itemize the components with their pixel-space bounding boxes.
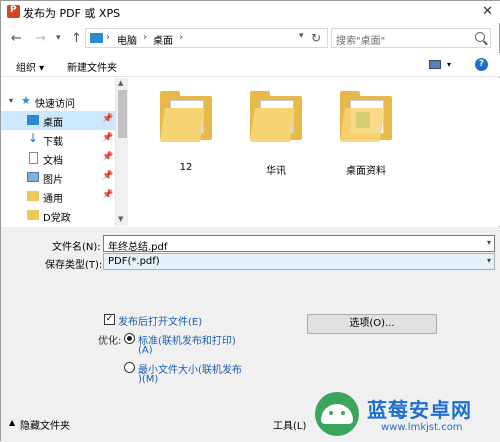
address-bar[interactable]: › 电脑 › 桌面 › ▾ <box>85 28 328 48</box>
android-logo-icon <box>315 392 359 436</box>
download-icon: ↓ <box>28 131 39 145</box>
sidebar-item-label: 通用 <box>43 194 63 205</box>
sidebar-item-common[interactable]: 通用 📌 <box>1 187 115 206</box>
filename-label: 文件名(N): <box>52 242 101 253</box>
scroll-up-icon[interactable]: ▲ <box>118 79 123 87</box>
scroll-down-icon[interactable]: ▼ <box>118 215 123 223</box>
window-title: 发布为 PDF 或 XPS <box>23 7 121 20</box>
pin-icon[interactable]: 📌 <box>102 152 113 162</box>
crumb-separator: › <box>143 32 147 43</box>
sidebar-item-label: 下载 <box>43 137 63 148</box>
sidebar-item-downloads[interactable]: ↓ 下载 📌 <box>1 130 115 149</box>
open-after-publish-checkbox[interactable]: ✓ <box>104 314 115 325</box>
back-button[interactable]: ← <box>11 31 22 46</box>
crumb-desktop[interactable]: 桌面 <box>153 32 173 47</box>
open-after-publish-label[interactable]: 发布后打开文件(E) <box>118 313 202 328</box>
navigation-pane: ▾ ★ 快速访问 桌面 📌 ↓ 下载 📌 文档 📌 图片 📌 通用 📌 D党政 <box>1 78 128 226</box>
file-list: 12 华讯 桌面资料 <box>128 78 500 226</box>
close-button[interactable]: ✕ <box>482 4 493 19</box>
sidebar-item-label: 图片 <box>43 175 63 186</box>
optimize-minimum-label-2[interactable]: )(M) <box>138 374 158 385</box>
forward-button[interactable]: → <box>35 31 46 46</box>
help-icon[interactable]: ? <box>475 58 488 71</box>
pin-icon[interactable]: 📌 <box>102 190 113 200</box>
new-folder-button[interactable]: 新建文件夹 <box>67 59 117 74</box>
optimize-standard-label-2[interactable]: (A) <box>138 345 153 356</box>
organize-menu[interactable]: 组织 ▾ <box>16 59 44 74</box>
crumb-separator: › <box>179 32 183 43</box>
folder-label: 12 <box>179 162 193 173</box>
desktop-icon <box>27 115 39 125</box>
toolbar: 组织 ▾ 新建文件夹 ▾ ? <box>1 53 500 77</box>
chevron-down-icon[interactable]: ▾ <box>487 256 491 265</box>
sidebar-item-label: D党政 <box>43 213 71 224</box>
save-dialog: 发布为 PDF 或 XPS ✕ ← → ▾ ↑ › 电脑 › 桌面 › ▾ ↻ … <box>0 0 500 442</box>
folder-icon <box>250 90 302 142</box>
view-icon[interactable] <box>429 60 441 69</box>
search-icon <box>475 32 485 42</box>
sidebar-item-label: 文档 <box>43 156 63 167</box>
folder-label: 桌面资料 <box>346 166 386 177</box>
crumb-pc[interactable]: 电脑 <box>117 32 137 47</box>
options-button[interactable]: 选项(O)... <box>307 314 437 334</box>
address-dropdown-icon[interactable]: ▾ <box>299 31 304 41</box>
sidebar-item-desktop[interactable]: 桌面 📌 <box>1 111 115 130</box>
search-box[interactable]: 搜索"桌面" <box>331 28 491 48</box>
folder-icon <box>340 90 392 142</box>
chevron-up-icon[interactable]: ▲ <box>9 418 15 427</box>
sidebar-item-quick-access[interactable]: ▾ ★ 快速访问 <box>1 92 115 111</box>
filetype-select[interactable]: PDF(*.pdf) ▾ <box>103 253 495 270</box>
sidebar-scrollbar[interactable]: ▲ ▼ <box>115 78 128 226</box>
folder-icon <box>27 210 39 220</box>
chevron-down-icon[interactable]: ▾ <box>487 238 491 247</box>
document-icon <box>29 152 38 164</box>
powerpoint-icon <box>7 5 20 18</box>
sidebar-item-documents[interactable]: 文档 📌 <box>1 149 115 168</box>
pin-icon[interactable]: 📌 <box>102 133 113 143</box>
search-placeholder: 搜索"桌面" <box>336 36 386 47</box>
sidebar-item-pictures[interactable]: 图片 📌 <box>1 168 115 187</box>
chevron-down-icon[interactable]: ▾ <box>9 96 13 105</box>
filetype-value: PDF(*.pdf) <box>108 256 160 267</box>
pin-icon[interactable]: 📌 <box>102 114 113 124</box>
filename-value: 年终总结.pdf <box>108 242 168 253</box>
folder-icon <box>160 90 212 142</box>
sidebar-item-d-party[interactable]: D党政 <box>1 206 115 225</box>
crumb-separator: › <box>106 32 110 43</box>
scrollbar-thumb[interactable] <box>118 90 127 138</box>
refresh-button[interactable]: ↻ <box>311 31 321 45</box>
sidebar-item-label: 桌面 <box>43 118 63 129</box>
view-dropdown[interactable]: ▾ <box>447 60 451 69</box>
watermark-title: 蓝莓安卓网 <box>367 398 472 422</box>
recent-locations-dropdown[interactable]: ▾ <box>56 33 61 43</box>
folder-icon <box>27 191 39 201</box>
hide-folders-button[interactable]: 隐藏文件夹 <box>20 417 70 432</box>
star-icon: ★ <box>21 94 31 107</box>
pictures-icon <box>27 172 39 182</box>
title-bar: 发布为 PDF 或 XPS ✕ <box>1 1 500 23</box>
up-button[interactable]: ↑ <box>71 31 82 46</box>
pin-icon[interactable]: 📌 <box>102 171 113 181</box>
watermark: 蓝莓安卓网 www.lmkjst.com <box>301 386 500 442</box>
folder-label: 华讯 <box>266 166 286 177</box>
filename-input[interactable]: 年终总结.pdf ▾ <box>103 235 495 253</box>
optimize-standard-radio[interactable] <box>124 333 135 344</box>
pc-icon <box>90 33 103 43</box>
optimize-label: 优化: <box>98 336 122 347</box>
watermark-url: www.lmkjst.com <box>381 422 463 433</box>
sidebar-item-label: 快速访问 <box>35 99 75 110</box>
filetype-label: 保存类型(T): <box>45 260 103 271</box>
optimize-minimum-radio[interactable] <box>124 362 135 373</box>
